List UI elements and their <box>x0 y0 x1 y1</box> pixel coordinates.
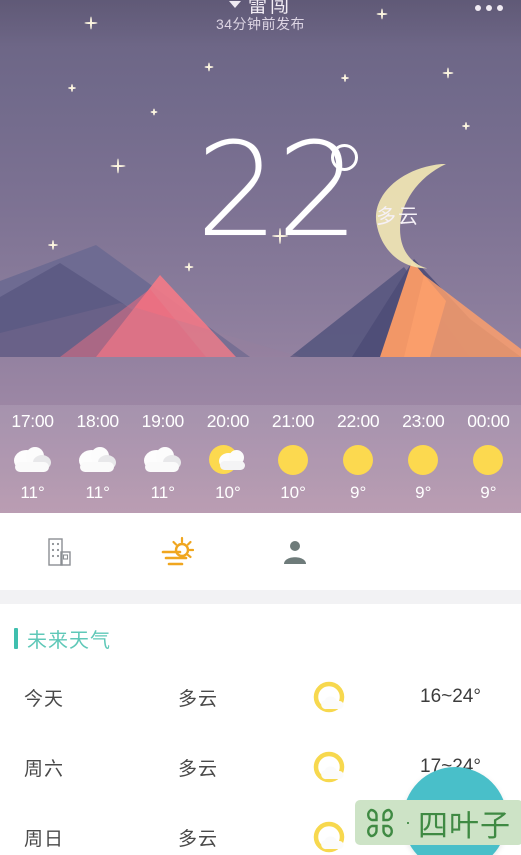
caret-down-icon <box>228 1 241 8</box>
hourly-temp: 11° <box>150 483 176 502</box>
star-decor <box>68 84 76 92</box>
hourly-time: 19:00 <box>141 411 185 431</box>
hourly-time: 21:00 <box>271 411 315 431</box>
moon-cloud-icon <box>311 748 349 786</box>
sun-icon <box>408 440 439 480</box>
hourly-item[interactable]: 21:00 10° <box>261 405 326 513</box>
hourly-time: 22:00 <box>337 411 380 431</box>
tab-weather[interactable] <box>118 513 236 590</box>
hourly-temp: 10° <box>215 483 241 502</box>
watermark: · 四叶子 <box>355 800 521 845</box>
hourly-item[interactable]: 19:00 11° <box>130 405 195 513</box>
hourly-temp: 11° <box>85 483 110 502</box>
hourly-time: 20:00 <box>206 411 250 431</box>
watermark-text: 四叶子 <box>418 809 511 843</box>
tab-city[interactable] <box>0 513 118 590</box>
top-bar: 雷闯 34分钟前发布 <box>0 0 521 40</box>
hourly-item[interactable]: 00:00 9° <box>456 405 521 513</box>
publish-time: 34分钟前发布 <box>215 16 306 32</box>
four-leaf-clover-icon <box>367 808 393 837</box>
hourly-item[interactable]: 23:00 9° <box>391 405 456 513</box>
section-accent-bar <box>14 628 18 649</box>
hourly-temp: 9° <box>415 483 432 502</box>
hourly-item[interactable]: 17:00 11° <box>0 405 65 513</box>
more-dots-icon[interactable] <box>475 5 503 11</box>
forecast-day: 周六 <box>24 758 65 780</box>
forecast-row[interactable]: 今天 多云 16~24° <box>0 662 521 732</box>
tab-bar <box>0 513 521 590</box>
cloud-icon <box>143 440 183 480</box>
forecast-condition: 多云 <box>178 688 219 710</box>
forecast-condition: 多云 <box>178 828 219 850</box>
hourly-time: 18:00 <box>76 411 120 431</box>
hourly-item[interactable]: 22:00 9° <box>326 405 391 513</box>
hourly-temp: 9° <box>480 483 497 502</box>
forecast-day: 周日 <box>24 828 65 850</box>
forecast-day: 今天 <box>24 688 65 710</box>
forecast-temp-range: 16~24° <box>420 686 481 707</box>
building-icon <box>48 537 71 566</box>
star-decor <box>341 74 349 82</box>
sun-behind-cloud-icon <box>208 440 248 480</box>
star-decor <box>442 67 453 78</box>
sun-icon <box>473 440 504 480</box>
hourly-item[interactable]: 20:00 10° <box>195 405 260 513</box>
cloud-icon <box>78 440 118 480</box>
sun-haze-icon <box>161 536 194 565</box>
current-condition: 多云 <box>376 206 420 228</box>
hourly-item[interactable]: 18:00 11° <box>65 405 130 513</box>
forecast-condition: 多云 <box>178 758 219 780</box>
cloud-icon <box>13 440 53 480</box>
person-icon <box>284 540 306 564</box>
star-decor <box>204 62 213 71</box>
forecast-section-title: 未来天气 <box>27 630 111 652</box>
sun-icon <box>343 440 374 480</box>
hourly-time: 00:00 <box>467 411 510 431</box>
watermark-separator: · <box>405 812 411 832</box>
hourly-time: 23:00 <box>402 411 445 431</box>
hourly-forecast-strip[interactable]: 17:00 11° 18:00 11° 19:00 11° 20:00 10° … <box>0 405 521 513</box>
tab-profile[interactable] <box>236 513 354 590</box>
weather-app: 雷闯 34分钟前发布 22 多云 17:00 11° 18:00 11° 19:… <box>0 0 521 855</box>
sun-icon <box>278 440 309 480</box>
current-temperature-block: 22 <box>0 114 521 266</box>
hourly-temp: 9° <box>350 483 367 502</box>
forecast-section-header: 未来天气 <box>14 624 111 653</box>
hourly-temp: 11° <box>20 483 45 502</box>
moon-cloud-icon <box>311 818 349 855</box>
current-temperature: 22 <box>196 114 359 266</box>
star-decor <box>150 108 157 115</box>
section-divider <box>0 590 521 604</box>
degree-symbol-icon <box>331 144 358 171</box>
hero-sky-panel: 雷闯 34分钟前发布 22 多云 17:00 11° 18:00 11° 19:… <box>0 0 521 513</box>
moon-cloud-icon <box>311 678 349 716</box>
hourly-time: 17:00 <box>11 411 54 431</box>
hourly-temp: 10° <box>280 483 306 502</box>
